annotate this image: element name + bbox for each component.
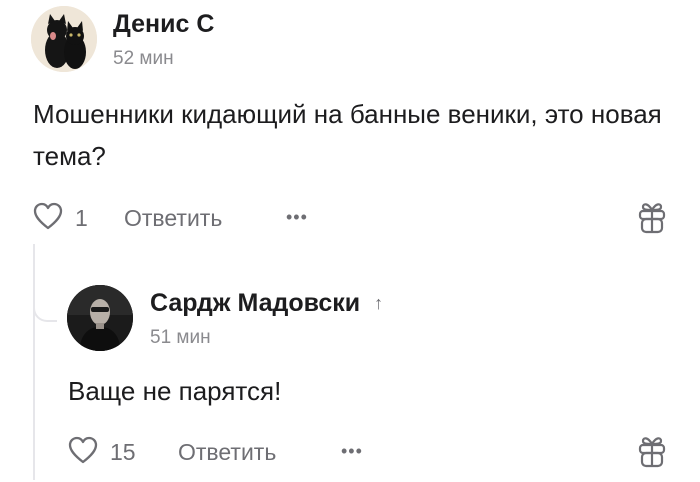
arrow-up-icon[interactable]: ↑ [374,293,383,314]
reply-actions: 15 [68,436,136,469]
comment-time: 52 мин [113,48,174,69]
reply-like-count: 15 [110,439,136,465]
heart-outline-icon [68,436,98,469]
gift-icon[interactable] [638,200,666,239]
like-button[interactable]: 1 [33,202,88,235]
like-count: 1 [75,205,88,231]
thread-connector [33,300,57,322]
reply-like-button[interactable]: 15 [68,436,136,469]
reply-author-avatar[interactable] [67,285,133,351]
comment-text: Мошенники кидающий на банные веники, это… [33,99,662,171]
reply-reply-button[interactable]: Ответить [178,439,276,466]
reply-text: Ваще не парятся! [68,376,282,406]
author-name[interactable]: Денис С [113,10,214,39]
more-dots-icon[interactable]: ••• [286,207,308,228]
heart-outline-icon [33,202,63,235]
reply-author-name: Сардж Мадовски ↑ [150,289,383,318]
more-dots-icon[interactable]: ••• [341,441,363,462]
thread-line [33,244,35,480]
comment-actions: 1 [33,202,88,235]
reply-time: 51 мин [150,327,211,348]
reply-button[interactable]: Ответить [124,205,222,232]
author-avatar[interactable] [31,6,97,72]
gift-icon[interactable] [638,434,666,473]
reply-author-label[interactable]: Сардж Мадовски [150,289,360,318]
